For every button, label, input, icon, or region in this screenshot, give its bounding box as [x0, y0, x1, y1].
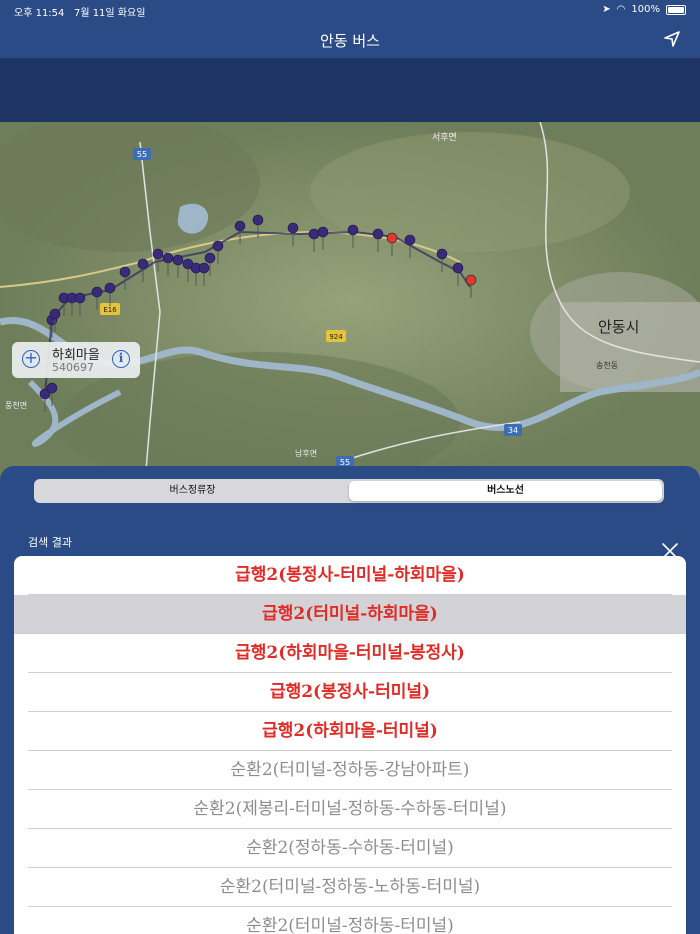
- location-arrow-icon[interactable]: [662, 29, 682, 49]
- route-list-item[interactable]: 급행2(봉정사-터미널-하회마을): [28, 556, 672, 595]
- route-list-item[interactable]: 급행2(봉정사-터미널): [28, 673, 672, 712]
- route-sign-55-top: 55: [133, 148, 151, 160]
- results-label: 검색 결과: [28, 536, 72, 549]
- route-list-item[interactable]: 순환2(제봉리-터미널-정하동-수하동-터미널): [28, 790, 672, 829]
- route-sign-924: 924: [326, 330, 346, 342]
- place-label-seohu: 서후면: [432, 132, 457, 143]
- place-label-namhu: 남후면: [295, 448, 317, 458]
- info-icon[interactable]: i: [112, 350, 130, 368]
- route-list-item[interactable]: 순환2(정하동-수하동-터미널): [28, 829, 672, 868]
- svg-text:55: 55: [137, 150, 147, 159]
- svg-text:34: 34: [508, 426, 518, 435]
- callout-stop-code: 540697: [52, 361, 94, 374]
- route-results-list[interactable]: 급행2(봉정사-터미널-하회마을) 급행2(터미널-하회마을) 급행2(하회마을-터…: [14, 556, 686, 934]
- route-list-item[interactable]: 급행2(하회마을-터미널): [28, 712, 672, 751]
- nav-bar: 안동 버스: [0, 20, 700, 58]
- status-time: 오후 11:54: [14, 8, 65, 19]
- tab-bus-routes[interactable]: 버스노선: [349, 481, 662, 501]
- header-spacer: [0, 58, 700, 122]
- wifi-icon: ◠: [616, 4, 626, 15]
- route-list-item[interactable]: 순환2(터미널-정하동-터미널): [28, 907, 672, 934]
- route-list-item[interactable]: 순환2(터미널-정하동-강남아파트): [28, 751, 672, 790]
- map-canvas: 55 E16 924 34 55 서후면 풍천면 남후면 송천동 안동시: [0, 122, 700, 482]
- place-label-songcheon: 송천동: [596, 360, 618, 370]
- location-arrow-icon: ➤: [602, 4, 611, 15]
- route-list-item[interactable]: 급행2(하회마을-터미널-봉정사): [28, 634, 672, 673]
- svg-text:E16: E16: [103, 306, 117, 314]
- status-time-date: 오후 11:54 7월 11일 화요일: [14, 4, 145, 19]
- stop-callout[interactable]: + 하회마을 540697 i: [12, 342, 140, 378]
- map-view[interactable]: 55 E16 924 34 55 서후면 풍천면 남후면 송천동 안동시 + 하…: [0, 122, 700, 482]
- svg-text:924: 924: [329, 333, 343, 341]
- status-indicators: ➤ ◠ 100%: [602, 4, 686, 15]
- place-label-pungcheon: 풍천면: [5, 400, 27, 410]
- route-list-item[interactable]: 순환2(터미널-정하동-노하동-터미널): [28, 868, 672, 907]
- route-sign-34: 34: [504, 424, 522, 436]
- page-title: 안동 버스: [320, 32, 380, 50]
- status-date: 7월 11일 화요일: [73, 8, 146, 19]
- route-list-item[interactable]: 급행2(터미널-하회마을): [14, 595, 686, 634]
- add-favorite-icon[interactable]: +: [22, 350, 40, 368]
- battery-percent: 100%: [631, 4, 660, 15]
- segmented-control: 버스정류장 버스노선: [34, 479, 664, 503]
- city-label: 안동시: [598, 318, 639, 336]
- bottom-sheet: 버스정류장 버스노선 검색 결과 급행2(봉정사-터미널-하회마을) 급행2(터미…: [0, 466, 700, 934]
- battery-icon: [666, 4, 686, 15]
- status-bar: 오후 11:54 7월 11일 화요일 ➤ ◠ 100%: [0, 0, 700, 20]
- tab-bus-stops[interactable]: 버스정류장: [36, 481, 349, 501]
